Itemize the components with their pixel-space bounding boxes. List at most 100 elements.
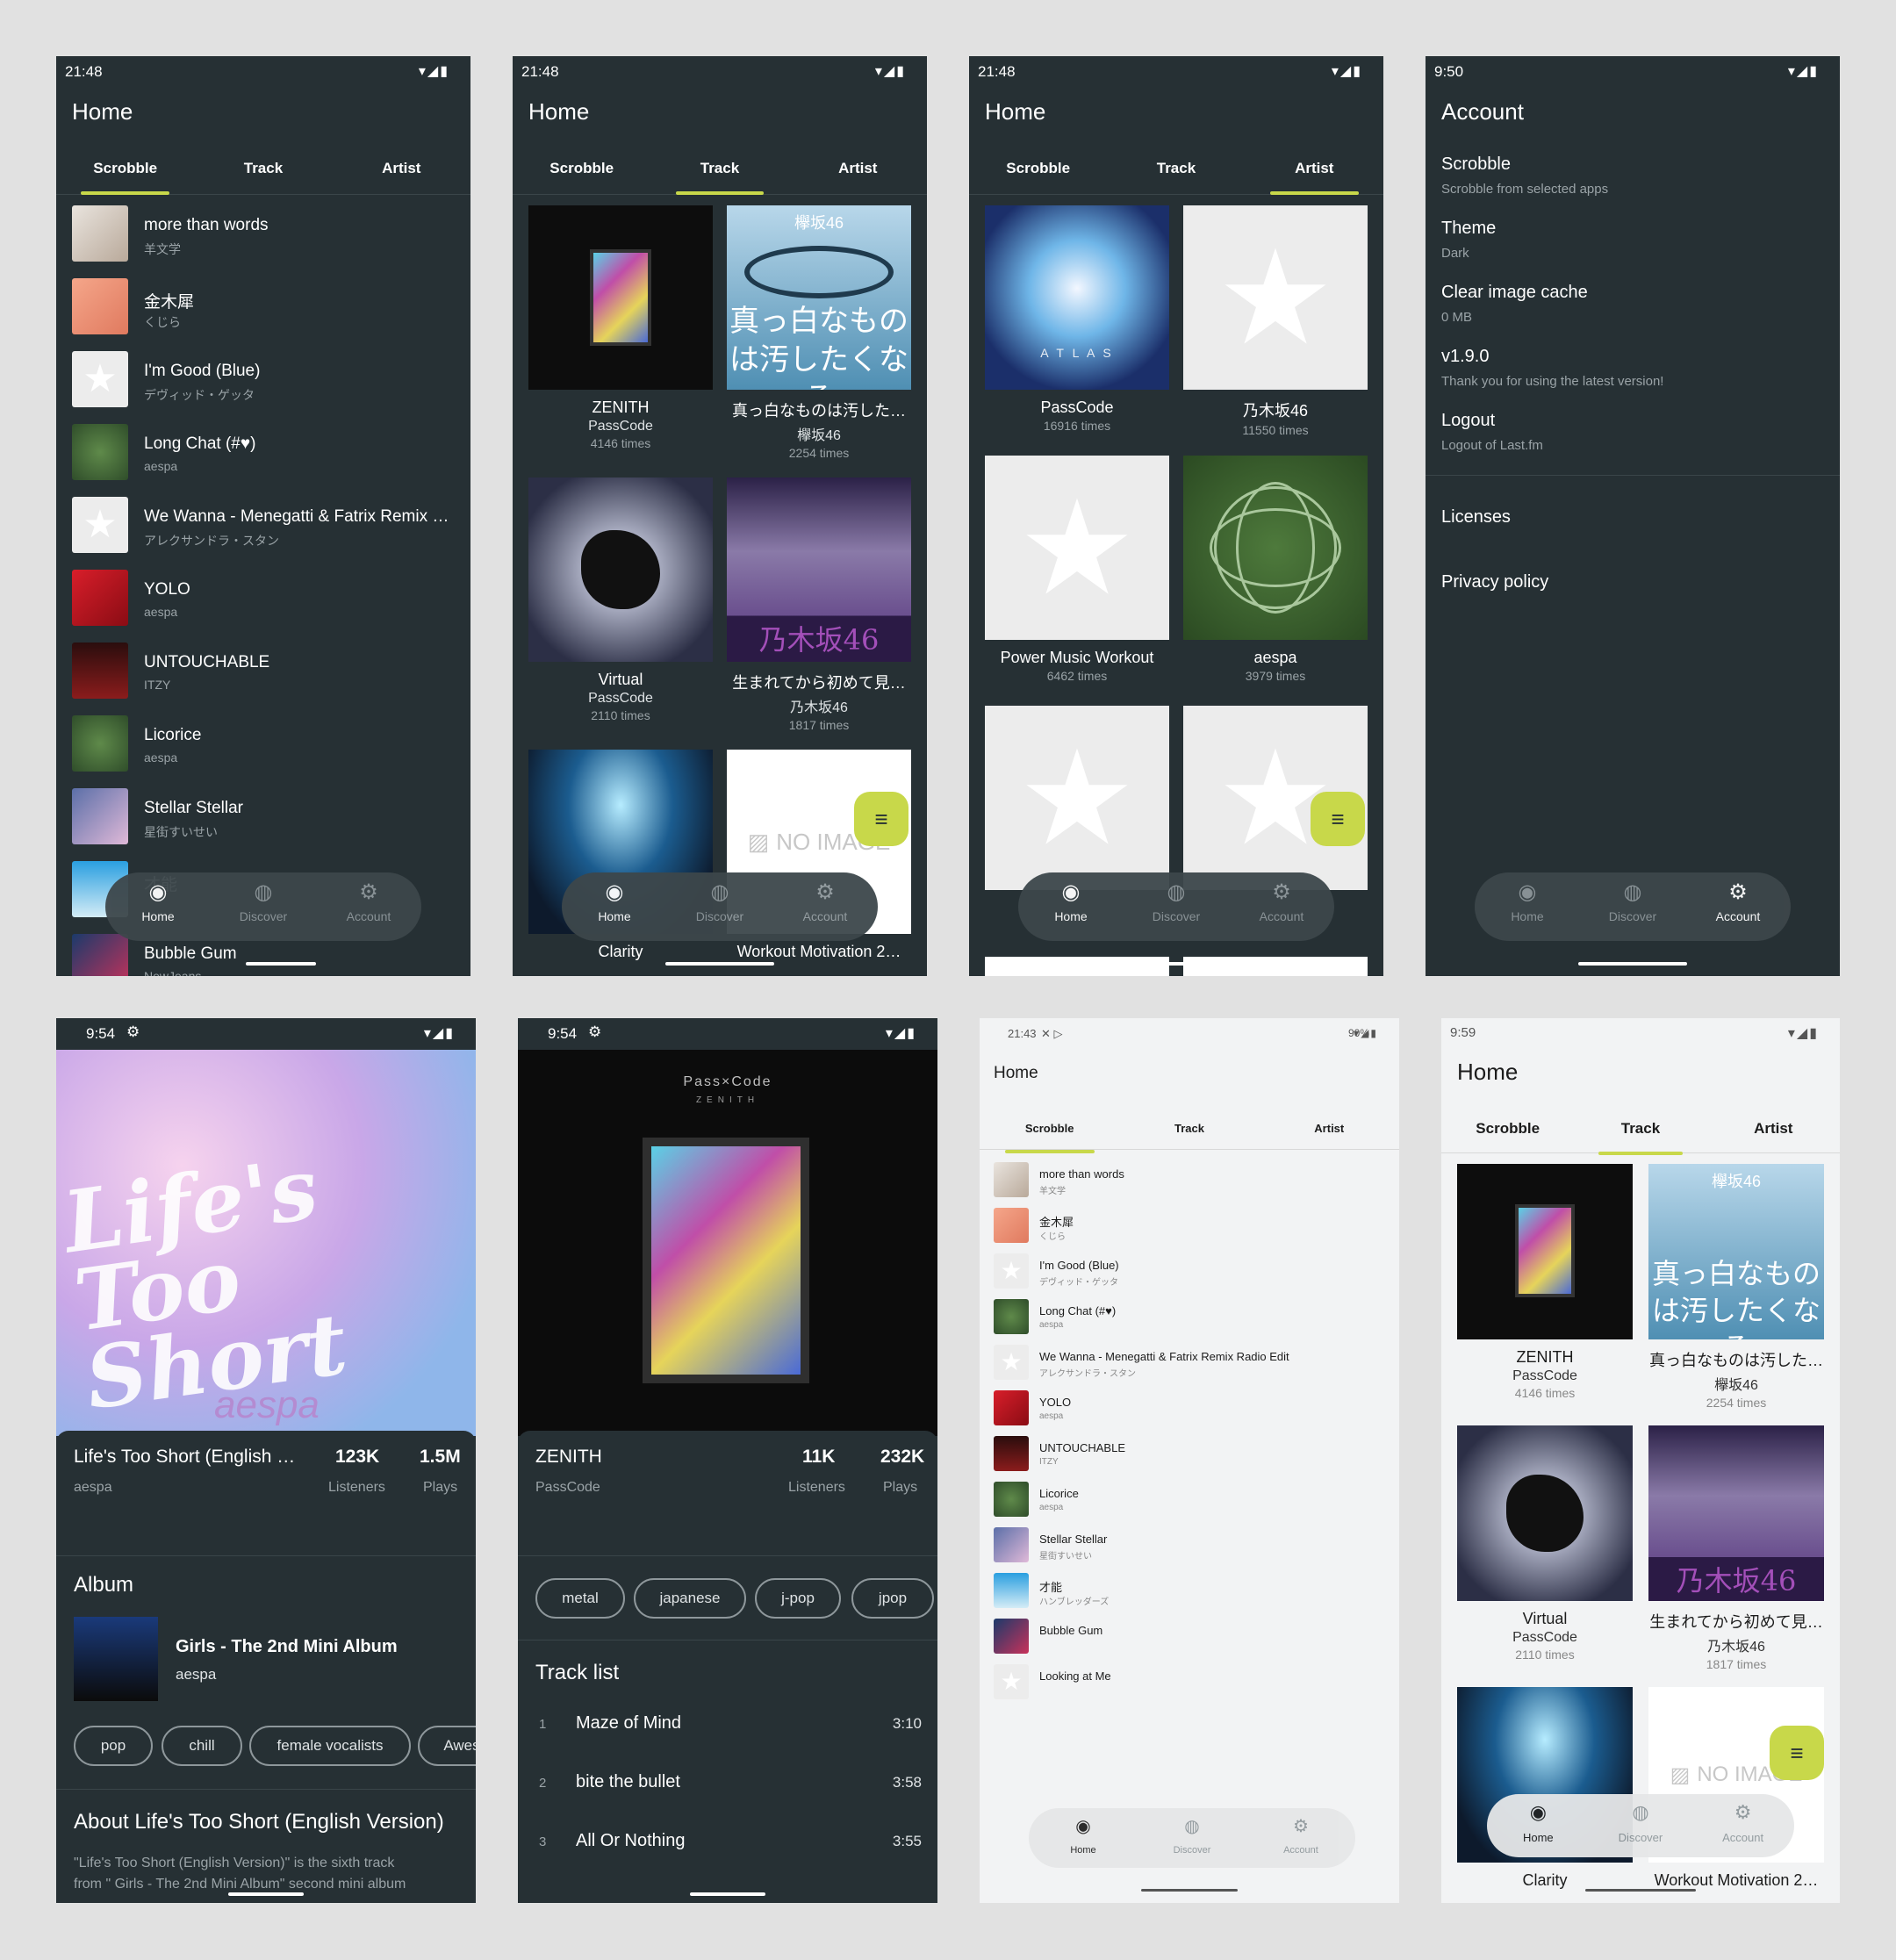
album-artwork[interactable] — [74, 1617, 158, 1701]
setting-theme[interactable]: Theme Dark — [1441, 219, 1496, 261]
tag-chip[interactable]: chill — [162, 1726, 242, 1766]
tracklist-row[interactable]: 2 bite the bullet 3:58 — [534, 1772, 922, 1807]
nav-discover[interactable]: ◍ Discover — [1124, 879, 1229, 923]
list-item[interactable]: Long Chat (#♥) aespa — [72, 424, 455, 480]
setting-scrobble[interactable]: Scrobble Scrobble from selected apps — [1441, 154, 1608, 197]
tab-artist[interactable]: Artist — [1260, 1115, 1399, 1143]
track-artist: NewJeans — [144, 969, 202, 976]
album-title[interactable]: Girls - The 2nd Mini Album — [176, 1637, 398, 1657]
grid-item[interactable]: aespa 3979 times — [1183, 456, 1368, 683]
list-item[interactable]: ★ We Wanna - Menegatti & Fatrix Remix … アレ… — [72, 497, 455, 553]
tag-chip[interactable]: pop — [74, 1726, 153, 1766]
track-name: Maze of Mind — [576, 1713, 682, 1733]
grid-item[interactable]: ★ — [985, 706, 1169, 890]
nav-account[interactable]: ⚙ Account — [1685, 879, 1791, 923]
tag-chip[interactable]: Awes — [418, 1726, 476, 1766]
track-artist: ITZY — [144, 678, 171, 692]
grid-item[interactable]: ★ 乃木坂46 11550 times — [1183, 205, 1368, 437]
nav-account[interactable]: ⚙ Account — [1246, 1815, 1355, 1856]
phone-track-detail-aespa: 9:54 ⚙ ▾◢▮ Life's Too Short aespa Life's T… — [56, 1018, 476, 1903]
tab-track[interactable]: Track — [650, 153, 788, 195]
list-item[interactable]: ★ We Wanna - Menegatti & Fatrix Remix Rad… — [994, 1345, 1385, 1382]
list-item[interactable]: more than words 羊文学 — [72, 205, 455, 262]
nav-home[interactable]: ◉ Home — [1475, 879, 1580, 923]
list-item[interactable]: ★ I'm Good (Blue) デヴィッド・ゲッタ — [72, 351, 455, 407]
nav-home[interactable]: ◉ Home — [562, 879, 667, 923]
list-item[interactable]: 金木犀 くじら — [994, 1208, 1385, 1245]
grid-item[interactable]: ZENITH PassCode 4146 times — [528, 205, 713, 450]
nav-home[interactable]: ◉ Home — [1018, 879, 1124, 923]
nav-discover[interactable]: ◍ Discover — [1580, 879, 1685, 923]
tab-scrobble[interactable]: Scrobble — [513, 153, 650, 184]
tab-artist[interactable]: Artist — [1246, 153, 1383, 195]
list-item[interactable]: Stellar Stellar 星街すいせい — [994, 1527, 1385, 1564]
list-item[interactable]: 才能 ハンブレッダーズ — [994, 1573, 1385, 1610]
lastfm-logo-icon: ◉ — [148, 880, 168, 904]
filter-fab[interactable]: ≡ — [854, 792, 908, 846]
tag-chip[interactable]: metal — [535, 1578, 625, 1619]
list-item[interactable]: YOLO aespa — [994, 1390, 1385, 1427]
tag-chip[interactable]: female vocalists — [249, 1726, 411, 1766]
grid-item[interactable]: Virtual PassCode 2110 times — [528, 477, 713, 722]
tag-chip[interactable]: j-pop — [755, 1578, 841, 1619]
track-artist: aespa — [1039, 1411, 1064, 1421]
list-item[interactable]: ★ Looking at Me — [994, 1664, 1385, 1701]
licenses-link[interactable]: Licenses — [1441, 507, 1511, 528]
tag-chip[interactable]: jpop — [851, 1578, 934, 1619]
list-item[interactable]: Long Chat (#♥) aespa — [994, 1299, 1385, 1336]
list-item[interactable]: more than words 羊文学 — [994, 1162, 1385, 1199]
filter-fab[interactable]: ≡ — [1311, 792, 1365, 846]
tracklist-row[interactable]: 1 Maze of Mind 3:10 — [534, 1713, 922, 1748]
album-artist: aespa — [176, 1666, 217, 1683]
setting-logout[interactable]: Logout Logout of Last.fm — [1441, 411, 1543, 453]
list-item[interactable]: Bubble Gum — [994, 1619, 1385, 1655]
tab-track[interactable]: Track — [1574, 1113, 1706, 1155]
tab-scrobble[interactable]: Scrobble — [969, 153, 1107, 184]
privacy-policy-link[interactable]: Privacy policy — [1441, 572, 1548, 592]
grid-item[interactable]: ZENITH PassCode 4146 times — [1457, 1164, 1633, 1400]
grid-item[interactable]: 欅坂46 真っ白なものは汚したくなる真っ白なものは汚した… 欅坂46 2254 tim… — [1648, 1164, 1824, 1410]
tab-track[interactable]: Track — [1119, 1115, 1259, 1143]
list-item[interactable]: UNTOUCHABLE ITZY — [994, 1436, 1385, 1473]
list-item[interactable]: Licorice aespa — [72, 715, 455, 772]
nav-discover[interactable]: ◍ Discover — [1590, 1801, 1692, 1844]
nav-home[interactable]: ◉ Home — [1487, 1801, 1590, 1844]
tab-scrobble[interactable]: Scrobble — [56, 153, 194, 195]
nav-discover[interactable]: ◍ Discover — [1138, 1815, 1246, 1856]
tab-scrobble[interactable]: Scrobble — [1441, 1113, 1574, 1145]
tab-track[interactable]: Track — [194, 153, 332, 184]
tag-chip[interactable]: japanese — [634, 1578, 746, 1619]
grid-item[interactable]: A T L A S PassCode 16916 times — [985, 205, 1169, 433]
nav-discover[interactable]: ◍ Discover — [667, 879, 772, 923]
nav-home[interactable]: ◉ Home — [105, 879, 211, 923]
page-title: Home — [72, 98, 133, 125]
tab-artist[interactable]: Artist — [333, 153, 470, 184]
list-item[interactable]: Stellar Stellar 星街すいせい — [72, 788, 455, 844]
setting-version[interactable]: v1.9.0 Thank you for using the latest ver… — [1441, 347, 1663, 389]
grid-item[interactable]: 欅坂46 真っ白なものは汚したくなる真っ白なものは汚した… 欅坂46 2254 tim… — [727, 205, 911, 460]
grid-item[interactable]: 乃木坂46 生まれてから初めて見… 乃木坂46 1817 times — [727, 477, 911, 732]
filter-fab[interactable]: ≡ — [1770, 1726, 1824, 1780]
nav-account[interactable]: ⚙ Account — [1229, 879, 1334, 923]
list-item[interactable]: YOLO aespa — [72, 570, 455, 626]
grid-item[interactable]: ▨ NO IMAGE Workout Motivation 2… — [1648, 1687, 1824, 1890]
nav-home[interactable]: ◉ Home — [1029, 1815, 1138, 1856]
nav-discover[interactable]: ◍ Discover — [211, 879, 316, 923]
setting-clear-cache[interactable]: Clear image cache 0 MB — [1441, 283, 1588, 325]
grid-item[interactable]: Clarity — [1457, 1687, 1633, 1890]
tab-track[interactable]: Track — [1107, 153, 1245, 184]
list-item[interactable]: UNTOUCHABLE ITZY — [72, 643, 455, 699]
tab-scrobble[interactable]: Scrobble — [980, 1115, 1119, 1153]
tab-artist[interactable]: Artist — [789, 153, 927, 184]
list-item[interactable]: ★ I'm Good (Blue) デヴィッド・ゲッタ — [994, 1253, 1385, 1290]
list-item[interactable]: Licorice aespa — [994, 1482, 1385, 1518]
nav-account[interactable]: ⚙ Account — [316, 879, 421, 923]
grid-item[interactable]: 乃木坂46 生まれてから初めて見… 乃木坂46 1817 times — [1648, 1425, 1824, 1671]
nav-account[interactable]: ⚙ Account — [1691, 1801, 1794, 1844]
tracklist-row[interactable]: 3 All Or Nothing 3:55 — [534, 1831, 922, 1866]
tab-artist[interactable]: Artist — [1707, 1113, 1840, 1145]
list-item[interactable]: 金木犀 くじら — [72, 278, 455, 334]
grid-item[interactable]: Virtual PassCode 2110 times — [1457, 1425, 1633, 1662]
nav-account[interactable]: ⚙ Account — [772, 879, 878, 923]
grid-item[interactable]: ★ Power Music Workout 6462 times — [985, 456, 1169, 683]
